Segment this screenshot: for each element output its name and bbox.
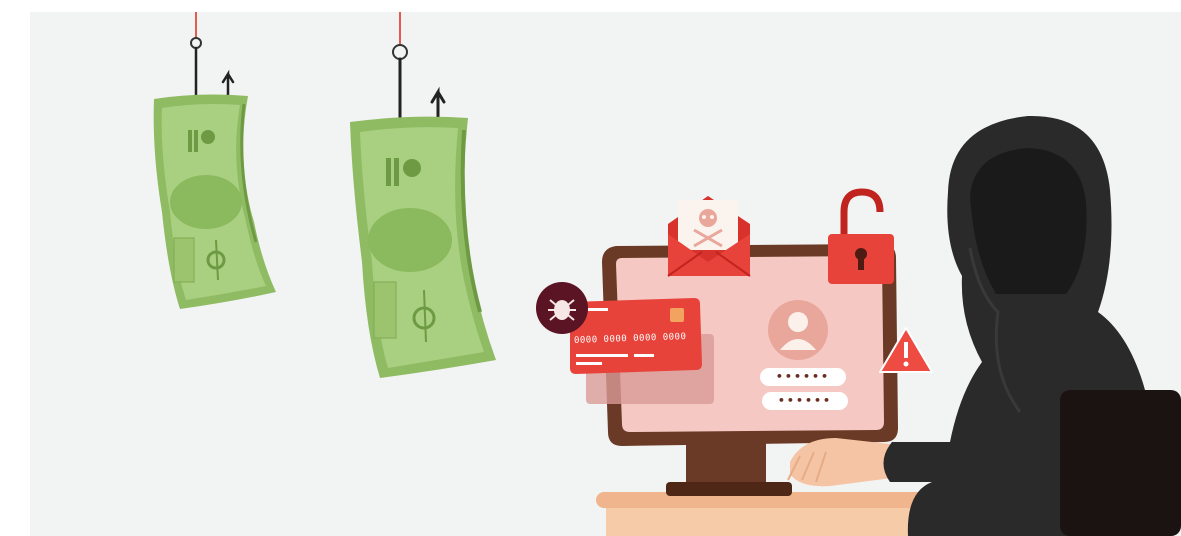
- unlocked-padlock-icon: [828, 188, 894, 284]
- monitor-base: [666, 482, 792, 496]
- banknote-icon: [350, 116, 496, 379]
- hood-opening: [970, 148, 1087, 294]
- phishing-email-icon: [667, 196, 751, 277]
- hooded-hacker: [883, 115, 1181, 536]
- hooked-banknote-right: [350, 12, 496, 379]
- credit-card-icon: [570, 298, 714, 404]
- illustration-canvas: [153, 12, 1181, 536]
- username-field: ••••••: [760, 368, 846, 386]
- password-field: ••••••: [762, 392, 848, 410]
- banknote-icon: [153, 94, 276, 309]
- line-ring: [392, 44, 408, 60]
- line-ring: [190, 37, 202, 49]
- virus-bug-icon: [536, 282, 588, 334]
- hooked-banknote-left: [153, 12, 276, 309]
- hacker-hand: [787, 438, 900, 487]
- monitor-stand: [686, 440, 766, 486]
- chair: [1060, 390, 1181, 536]
- phishing-illustration: 0000 0000 0000 0000 •••••• ••••••: [30, 12, 1181, 536]
- user-avatar-icon: [768, 300, 828, 360]
